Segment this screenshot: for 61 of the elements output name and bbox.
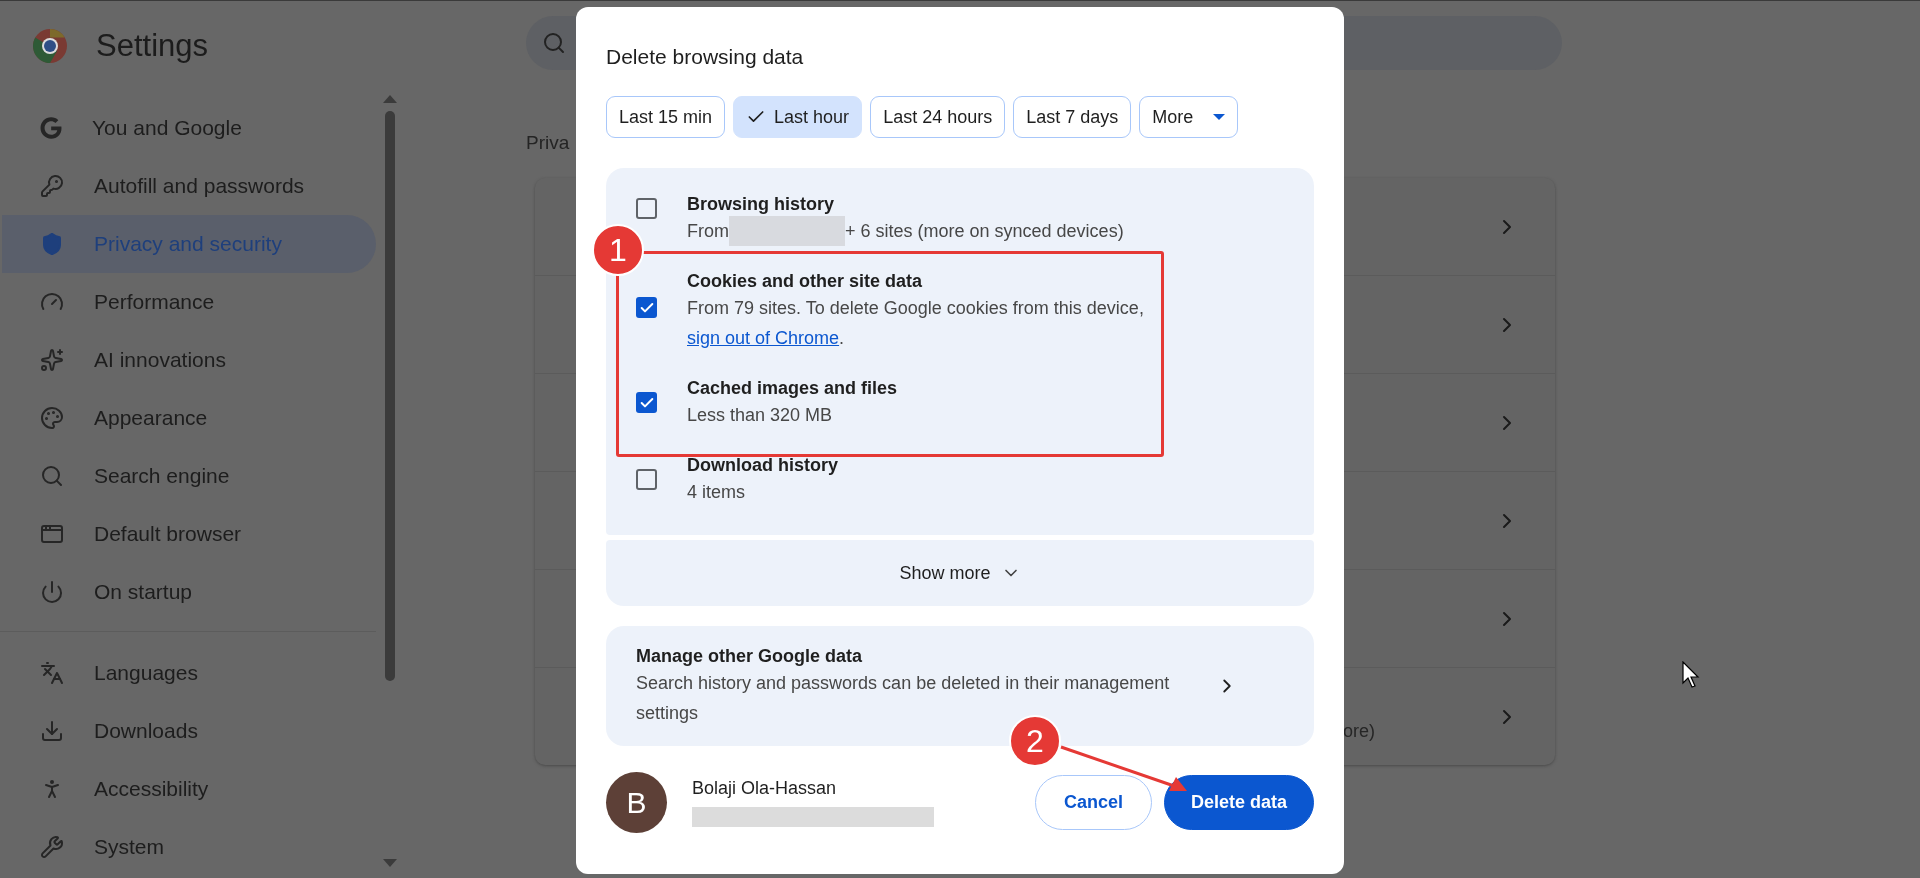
checkbox[interactable] (636, 198, 657, 219)
option-description: Less than 320 MB (687, 404, 834, 427)
sidebar-item[interactable]: Performance (2, 273, 376, 331)
scrollbar-thumb[interactable] (385, 111, 395, 681)
row-subtitle: ore) (1343, 721, 1375, 742)
sidebar-item[interactable]: Downloads (2, 702, 376, 760)
caret-icon (1213, 114, 1226, 120)
window-icon (40, 522, 64, 546)
option-title: Download history (687, 454, 839, 477)
palette-icon (40, 406, 64, 430)
sidebar-item[interactable]: You and Google (2, 99, 376, 157)
scroll-up-icon[interactable] (383, 95, 397, 103)
sidebar-item[interactable]: Search engine (2, 447, 376, 505)
sign-out-link[interactable]: sign out of Chrome (687, 328, 840, 348)
sidebar-item[interactable]: Privacy and security (2, 215, 376, 273)
option-title: Cached images and files (687, 377, 899, 400)
cursor-icon (1682, 661, 1700, 689)
time-range-chip[interactable]: Last 15 min (606, 96, 726, 138)
sidebar-item[interactable]: Default browser (2, 505, 376, 563)
sidebar-item[interactable]: Appearance (2, 389, 376, 447)
show-more-button[interactable]: Show more (606, 540, 1314, 606)
dropdown-chip[interactable]: More (1139, 96, 1239, 138)
app-title: Settings (96, 28, 208, 64)
dialog-title: Delete browsing data (606, 45, 805, 70)
scroll-down-icon[interactable] (383, 859, 397, 867)
shield-icon (40, 232, 64, 256)
account-name: Bolaji Ola-Hassan (692, 778, 838, 799)
browser-logo-icon (32, 28, 68, 64)
delete-button[interactable]: Delete data (1163, 775, 1314, 830)
option-title: Cookies and other site data (687, 270, 924, 293)
checkbox[interactable] (636, 297, 657, 318)
google-g-icon (40, 117, 62, 139)
checkbox[interactable] (636, 392, 657, 413)
search-icon (542, 31, 566, 55)
wrench-icon (40, 835, 64, 859)
power-icon (40, 580, 64, 604)
time-range-chip[interactable]: Last 24 hours (870, 96, 1006, 138)
download-icon (40, 719, 64, 743)
key-icon (40, 174, 64, 198)
sidebar-item[interactable]: System (2, 818, 376, 876)
sidebar-item[interactable]: Autofill and passwords (2, 157, 376, 215)
time-range-chip[interactable]: Last hour (733, 96, 863, 138)
search-icon (40, 464, 64, 488)
avatar: B (606, 772, 667, 833)
sidebar-item[interactable]: On startup (2, 563, 376, 621)
cancel-button[interactable]: Cancel (1034, 775, 1152, 830)
sidebar-item[interactable]: Accessibility (2, 760, 376, 818)
option-title: Browsing history (687, 193, 835, 216)
option-description: From + 6 sites (more on synced devices) (687, 216, 1284, 246)
step-badge: 2 (1009, 715, 1061, 767)
option-description: From 79 sites. To delete Google cookies from this device, sign out of Chrome. (687, 297, 1145, 350)
checkbox[interactable] (636, 469, 657, 490)
manage-title: Manage other Google data (636, 645, 864, 668)
sidebar-item[interactable]: Languages (2, 644, 376, 702)
sidebar-item[interactable]: AI innovations (2, 331, 376, 389)
time-range-chip[interactable]: Last 7 days (1013, 96, 1132, 138)
option-description: 4 items (687, 481, 747, 504)
section-heading: Priva (526, 132, 570, 154)
translate-icon (40, 661, 64, 685)
sparkle-icon (40, 348, 64, 372)
step-badge: 1 (592, 224, 644, 276)
